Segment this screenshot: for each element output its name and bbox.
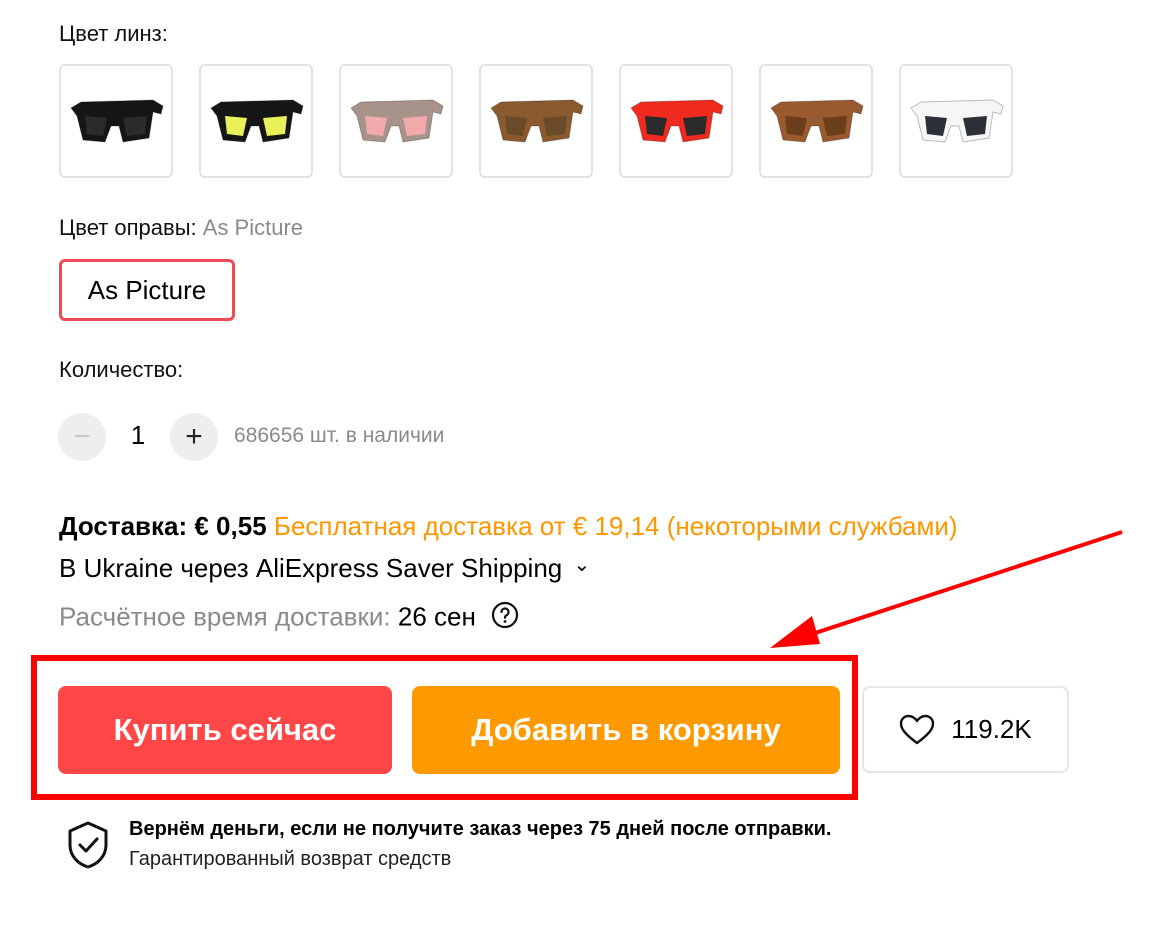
shipping-method: В Ukraine через AliExpress Saver Shippin… [59, 553, 563, 583]
lens-color-option[interactable] [899, 64, 1013, 178]
sunglasses-icon [770, 99, 864, 143]
sunglasses-icon [630, 99, 724, 143]
quantity-value[interactable]: 1 [124, 420, 152, 451]
lens-color-option[interactable] [759, 64, 873, 178]
minus-icon: − [73, 420, 91, 453]
guarantee-title: Вернём деньги, если не получите заказ че… [129, 818, 832, 840]
lens-color-option[interactable] [59, 64, 173, 178]
annotation-arrow [770, 530, 1123, 648]
lens-color-option[interactable] [199, 64, 313, 178]
frame-color-row: Цвет оправы: As Picture [59, 215, 303, 241]
lens-color-option[interactable] [339, 64, 453, 178]
question-circle-icon[interactable] [491, 601, 519, 636]
wishlist-count: 119.2K [951, 714, 1032, 744]
sunglasses-icon [70, 99, 164, 143]
shield-check-icon [66, 820, 110, 875]
delivery-estimate-value: 26 сен [397, 601, 476, 632]
frame-color-selected: As Picture [202, 215, 304, 240]
chevron-down-icon: ⌄ [573, 554, 591, 576]
sunglasses-icon [210, 99, 304, 143]
shipping-price: Доставка: € 0,55 [59, 511, 267, 541]
shipping-method-selector[interactable]: В Ukraine через AliExpress Saver Shippin… [59, 553, 590, 584]
quantity-increase-button[interactable]: + [170, 413, 218, 461]
frame-color-option-as-picture[interactable]: As Picture [59, 259, 235, 321]
lens-color-option[interactable] [479, 64, 593, 178]
frame-color-label: Цвет оправы: [59, 215, 197, 240]
delivery-estimate-row: Расчётное время доставки: 26 сен [59, 601, 519, 636]
delivery-estimate-label: Расчётное время доставки: [59, 601, 391, 632]
lens-color-option[interactable] [619, 64, 733, 178]
wishlist-button[interactable]: 119.2K [862, 686, 1069, 773]
lens-color-label: Цвет линз: [59, 21, 168, 46]
quantity-decrease-button[interactable]: − [58, 413, 106, 461]
highlight-box [31, 655, 858, 800]
heart-icon [899, 714, 935, 746]
sunglasses-icon [350, 99, 444, 143]
quantity-label: Количество: [59, 357, 184, 382]
sunglasses-icon [910, 99, 1004, 143]
stock-availability: 686656 шт. в наличии [234, 424, 445, 447]
sunglasses-icon [490, 99, 584, 143]
guarantee-subtitle: Гарантированный возврат средств [129, 848, 452, 870]
plus-icon: + [185, 420, 203, 453]
